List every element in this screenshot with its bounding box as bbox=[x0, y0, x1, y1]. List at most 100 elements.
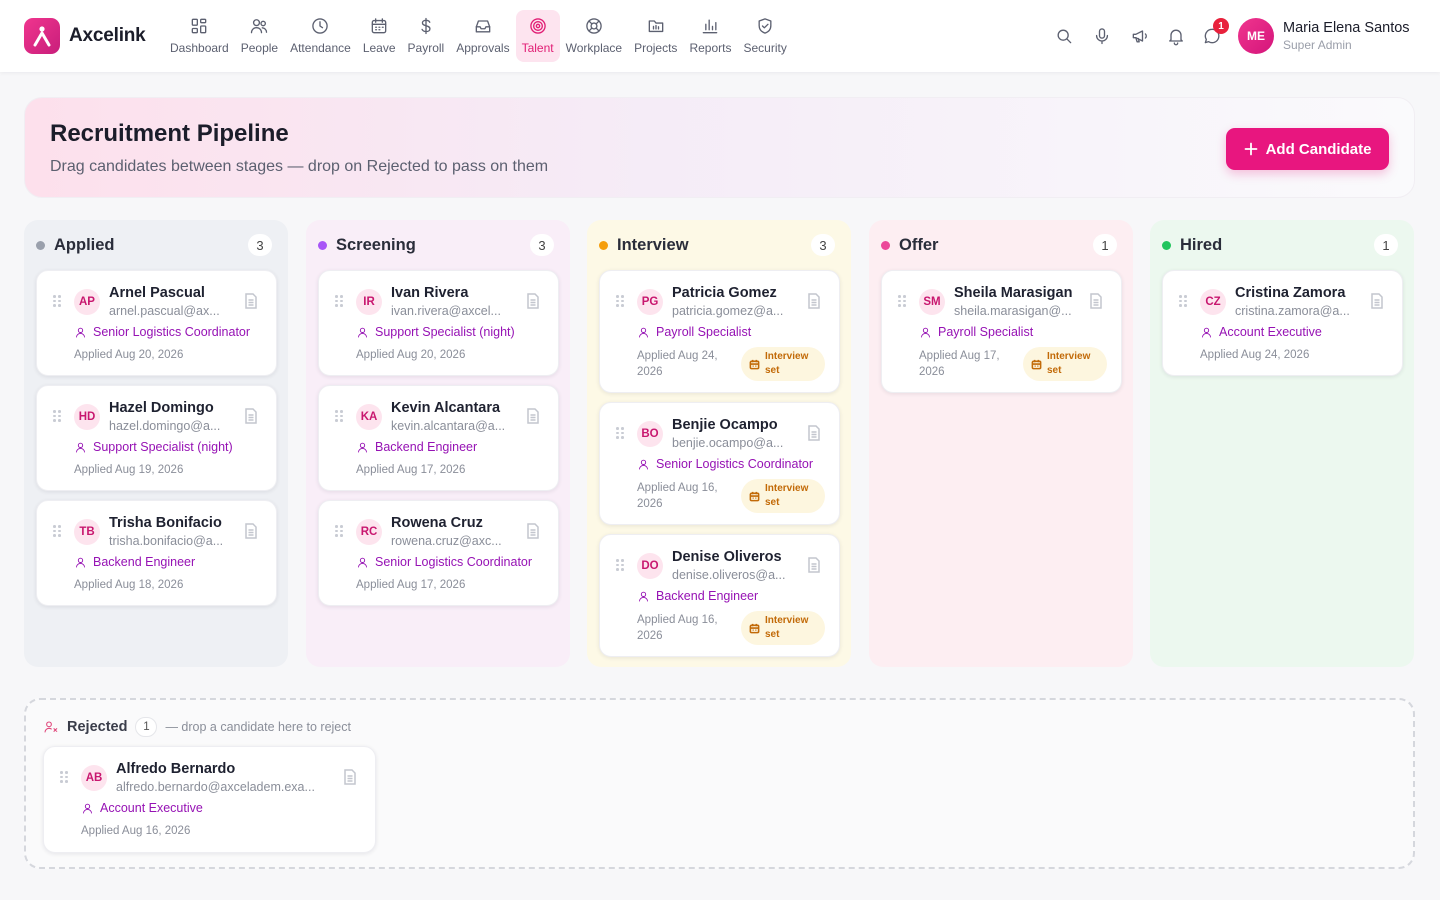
resume-icon[interactable] bbox=[244, 408, 258, 424]
calendar-icon bbox=[749, 491, 760, 501]
person-icon bbox=[638, 327, 649, 337]
nav-reports[interactable]: Reports bbox=[683, 10, 737, 62]
nav-approvals[interactable]: Approvals bbox=[450, 10, 515, 62]
stage-column-hired[interactable]: Hired 1 CZ Cristina Zamora cristina.zamora@a… bbox=[1150, 220, 1414, 667]
target-icon bbox=[529, 18, 546, 34]
stage-dot bbox=[318, 240, 327, 250]
nav-label: Reports bbox=[689, 41, 732, 55]
person-icon bbox=[75, 327, 86, 337]
drag-handle[interactable] bbox=[335, 525, 343, 537]
nav-security[interactable]: Security bbox=[737, 10, 792, 62]
resume-icon[interactable] bbox=[244, 293, 258, 309]
person-icon bbox=[1201, 327, 1212, 337]
candidate-card[interactable]: KA Kevin Alcantara kevin.alcantara@a... Bac… bbox=[318, 385, 559, 491]
resume-icon[interactable] bbox=[526, 293, 540, 309]
candidate-card[interactable]: PG Patricia Gomez patricia.gomez@a... Payro… bbox=[599, 270, 840, 393]
stage-count: 3 bbox=[530, 234, 554, 256]
stage-title: Applied bbox=[54, 235, 115, 254]
resume-icon[interactable] bbox=[1089, 293, 1103, 309]
drag-handle[interactable] bbox=[53, 410, 61, 422]
resume-icon[interactable] bbox=[807, 425, 821, 441]
stage-title: Screening bbox=[336, 235, 416, 254]
candidate-avatar: BO bbox=[637, 421, 663, 447]
candidate-name: Sheila Marasigan bbox=[954, 285, 1073, 301]
candidate-name: Rowena Cruz bbox=[391, 515, 483, 531]
nav-talent[interactable]: Talent bbox=[515, 10, 560, 62]
status-badge: Interview set bbox=[1023, 347, 1107, 381]
resume-icon[interactable] bbox=[807, 557, 821, 573]
main-nav: Dashboard People Attendance Leave Payrol… bbox=[164, 10, 793, 62]
applied-date: Applied Aug 19, 2026 bbox=[74, 464, 184, 476]
candidate-email: ivan.rivera@axcel... bbox=[391, 304, 501, 318]
add-candidate-button[interactable]: Add Candidate bbox=[1226, 128, 1389, 170]
candidate-card[interactable]: SM Sheila Marasigan sheila.marasigan@... Pa… bbox=[881, 270, 1122, 393]
user-avatar[interactable]: ME bbox=[1238, 18, 1274, 54]
shield-icon bbox=[758, 18, 772, 34]
announcements-button[interactable] bbox=[1130, 26, 1150, 46]
resume-icon[interactable] bbox=[807, 293, 821, 309]
applied-date: Applied Aug 16, 2026 bbox=[637, 482, 718, 510]
drag-handle[interactable] bbox=[898, 295, 906, 307]
nav-people[interactable]: People bbox=[235, 10, 284, 62]
stage-column-applied[interactable]: Applied 3 AP Arnel Pascual arnel.pascual@ax.… bbox=[24, 220, 288, 667]
nav-label: People bbox=[240, 41, 279, 55]
candidate-avatar: SM bbox=[919, 289, 945, 315]
drag-handle[interactable] bbox=[616, 295, 624, 307]
rejected-dropzone[interactable]: Rejected 1 — drop a candidate here to re… bbox=[24, 698, 1415, 869]
candidate-avatar: RC bbox=[356, 519, 382, 545]
brand-name: Axcelink bbox=[69, 25, 146, 46]
resume-icon[interactable] bbox=[343, 769, 357, 785]
person-icon bbox=[638, 591, 649, 601]
stage-count: 1 bbox=[1093, 234, 1117, 256]
candidate-avatar: AP bbox=[74, 289, 100, 315]
stage-column-interview[interactable]: Interview 3 PG Patricia Gomez patricia.gomez… bbox=[587, 220, 851, 667]
candidate-card[interactable]: RC Rowena Cruz rowena.cruz@axc... Senior Lo… bbox=[318, 500, 559, 606]
resume-icon[interactable] bbox=[244, 523, 258, 539]
page-subtitle: Drag candidates between stages — drop on… bbox=[50, 158, 549, 175]
resume-icon[interactable] bbox=[1370, 293, 1384, 309]
candidate-role: Support Specialist (night) bbox=[74, 440, 233, 454]
stage-count: 3 bbox=[811, 234, 835, 256]
role-label: Senior Logistics Coordinator bbox=[93, 325, 251, 339]
candidate-card[interactable]: AP Arnel Pascual arnel.pascual@ax... Senior… bbox=[36, 270, 277, 376]
candidate-card[interactable]: AB Alfredo Bernardo alfredo.bernardo@axcel… bbox=[43, 746, 376, 853]
brand-logo[interactable]: Axcelink bbox=[24, 18, 146, 54]
candidate-card[interactable]: BO Benjie Ocampo benjie.ocampo@a... Senior … bbox=[599, 402, 840, 525]
drag-handle[interactable] bbox=[616, 427, 624, 439]
resume-icon[interactable] bbox=[526, 408, 540, 424]
drag-handle[interactable] bbox=[616, 559, 624, 571]
candidate-card[interactable]: DO Denise Oliveros denise.oliveros@a... Bac… bbox=[599, 534, 840, 657]
role-label: Payroll Specialist bbox=[938, 325, 1034, 339]
user-name[interactable]: Maria Elena Santos bbox=[1283, 20, 1410, 36]
search-button[interactable] bbox=[1054, 26, 1074, 46]
applied-date: Applied Aug 17, 2026 bbox=[919, 350, 1000, 378]
stage-column-screening[interactable]: Screening 3 IR Ivan Rivera ivan.rivera@axcel… bbox=[306, 220, 570, 667]
voice-button[interactable] bbox=[1092, 26, 1112, 46]
drag-handle[interactable] bbox=[1179, 295, 1187, 307]
candidate-card[interactable]: CZ Cristina Zamora cristina.zamora@a... Acc… bbox=[1162, 270, 1403, 376]
candidate-card[interactable]: HD Hazel Domingo hazel.domingo@a... Support… bbox=[36, 385, 277, 491]
drag-handle[interactable] bbox=[60, 771, 68, 783]
add-candidate-label: Add Candidate bbox=[1265, 140, 1372, 158]
nav-dashboard[interactable]: Dashboard bbox=[164, 10, 235, 62]
nav-projects[interactable]: Projects bbox=[628, 10, 683, 62]
stage-column-offer[interactable]: Offer 1 SM Sheila Marasigan sheila.marasigan… bbox=[869, 220, 1133, 667]
nav-leave[interactable]: Leave bbox=[357, 10, 402, 62]
resume-icon[interactable] bbox=[526, 523, 540, 539]
candidate-name: Hazel Domingo bbox=[109, 400, 214, 416]
drag-handle[interactable] bbox=[335, 295, 343, 307]
candidate-name: Kevin Alcantara bbox=[391, 400, 501, 416]
candidate-card[interactable]: TB Trisha Bonifacio trisha.bonifacio@a... B… bbox=[36, 500, 277, 606]
candidate-avatar: AB bbox=[81, 765, 107, 791]
candidate-card[interactable]: IR Ivan Rivera ivan.rivera@axcel... Support… bbox=[318, 270, 559, 376]
candidate-avatar: HD bbox=[74, 404, 100, 430]
notifications-button[interactable] bbox=[1166, 26, 1186, 46]
drag-handle[interactable] bbox=[53, 295, 61, 307]
candidate-name: Arnel Pascual bbox=[109, 285, 205, 301]
nav-workplace[interactable]: Workplace bbox=[560, 10, 628, 62]
user-role: Super Admin bbox=[1283, 38, 1352, 52]
drag-handle[interactable] bbox=[335, 410, 343, 422]
nav-attendance[interactable]: Attendance bbox=[284, 10, 357, 62]
nav-payroll[interactable]: Payroll bbox=[402, 10, 451, 62]
drag-handle[interactable] bbox=[53, 525, 61, 537]
